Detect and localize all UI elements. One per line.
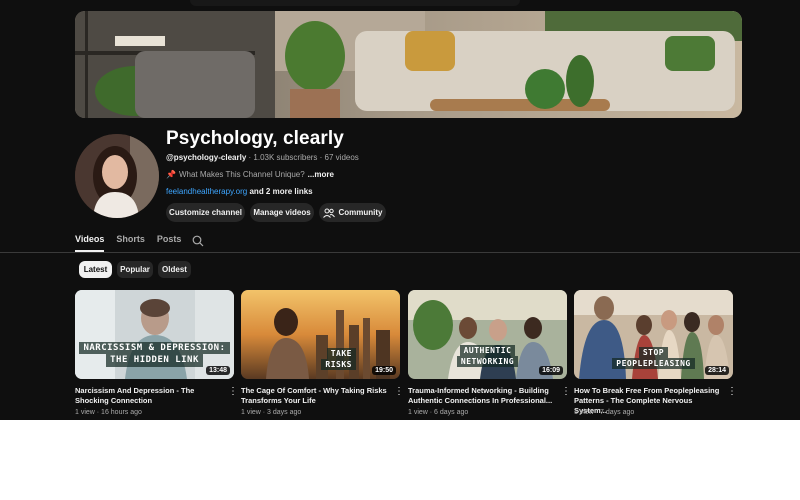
channel-description[interactable]: 📌 What Makes This Channel Unique? ...mor…: [166, 170, 334, 179]
customize-channel-button[interactable]: Customize channel: [166, 203, 245, 222]
overlay-line-1: NARCISSISM & DEPRESSION:: [79, 342, 230, 355]
video-title[interactable]: The Cage Of Comfort - Why Taking Risks T…: [241, 386, 387, 406]
video-duration: 13:48: [206, 366, 230, 375]
video-card[interactable]: TAKE RISKS 19:50 The Cage Of Comfort - W…: [241, 290, 404, 420]
video-meta: 1 view · 16 hours ago: [75, 409, 142, 416]
channel-links: feelandhealtherapy.org and 2 more links: [166, 187, 313, 196]
video-duration: 28:14: [705, 366, 729, 375]
community-button[interactable]: Community: [319, 203, 386, 222]
video-count: · 67 videos: [319, 153, 359, 162]
pin-icon: 📌: [166, 170, 176, 179]
channel-banner: [75, 11, 742, 118]
people-icon: [322, 208, 335, 218]
video-duration: 19:50: [372, 366, 396, 375]
tabs-divider: [0, 252, 800, 253]
channel-name: Psychology, clearly: [166, 128, 344, 149]
more-vertical-icon[interactable]: ⋮: [561, 387, 571, 397]
video-card[interactable]: AUTHENTIC NETWORKING 16:09 Trauma-Inform…: [408, 290, 571, 420]
tab-posts[interactable]: Posts: [157, 234, 182, 252]
search-icon[interactable]: [192, 234, 204, 247]
channel-page: Psychology, clearly @psychology-clearly …: [0, 0, 800, 420]
channel-tabs: Videos Shorts Posts: [75, 234, 193, 252]
channel-avatar[interactable]: [75, 134, 159, 218]
search-bar-edge[interactable]: [190, 0, 520, 6]
thumbnail-overlay: AUTHENTIC NETWORKING: [408, 345, 567, 368]
overlay-line-2: THE HIDDEN LINK: [106, 354, 203, 367]
video-card[interactable]: STOP PEOPLEPLEASING 28:14 How To Break F…: [574, 290, 737, 420]
overlay-line-1: AUTHENTIC: [459, 345, 516, 357]
chip-latest[interactable]: Latest: [79, 261, 112, 278]
overlay-line-2: NETWORKING: [456, 356, 519, 368]
video-meta: 1 view · 6 days ago: [408, 409, 469, 416]
description-text: What Makes This Channel Unique?: [178, 170, 305, 179]
website-link[interactable]: feelandhealtherapy.org: [166, 187, 247, 196]
overlay-line-1: TAKE: [326, 348, 356, 360]
manage-videos-button[interactable]: Manage videos: [250, 203, 314, 222]
channel-handle: @psychology-clearly: [166, 153, 247, 162]
tab-shorts[interactable]: Shorts: [116, 234, 145, 252]
thumbnail-overlay: NARCISSISM & DEPRESSION: THE HIDDEN LINK: [75, 342, 234, 367]
video-meta: 1 view · 7 days ago: [574, 409, 635, 416]
chip-popular[interactable]: Popular: [117, 261, 153, 278]
more-vertical-icon[interactable]: ⋮: [394, 387, 404, 397]
more-vertical-icon[interactable]: ⋮: [228, 387, 238, 397]
video-meta: 1 view · 3 days ago: [241, 409, 302, 416]
more-links[interactable]: and 2 more links: [249, 187, 312, 196]
video-title[interactable]: Narcissism And Depression - The Shocking…: [75, 386, 221, 406]
channel-meta: @psychology-clearly · 1.03K subscribers …: [166, 153, 359, 162]
overlay-line-1: STOP: [638, 347, 669, 359]
video-duration: 16:09: [539, 366, 563, 375]
more-vertical-icon[interactable]: ⋮: [727, 387, 737, 397]
overlay-line-2: PEOPLEPLEASING: [612, 358, 695, 370]
video-card[interactable]: NARCISSISM & DEPRESSION: THE HIDDEN LINK…: [75, 290, 238, 420]
subscriber-count: · 1.03K subscribers: [248, 153, 318, 162]
more-link[interactable]: ...more: [308, 170, 334, 179]
video-thumbnail[interactable]: STOP PEOPLEPLEASING 28:14: [574, 290, 733, 379]
chip-oldest[interactable]: Oldest: [158, 261, 191, 278]
video-thumbnail[interactable]: NARCISSISM & DEPRESSION: THE HIDDEN LINK…: [75, 290, 234, 379]
video-thumbnail[interactable]: TAKE RISKS 19:50: [241, 290, 400, 379]
video-title[interactable]: Trauma-Informed Networking - Building Au…: [408, 386, 554, 406]
tab-videos[interactable]: Videos: [75, 234, 105, 252]
overlay-line-2: RISKS: [321, 359, 356, 371]
community-label: Community: [338, 208, 383, 217]
video-thumbnail[interactable]: AUTHENTIC NETWORKING 16:09: [408, 290, 567, 379]
